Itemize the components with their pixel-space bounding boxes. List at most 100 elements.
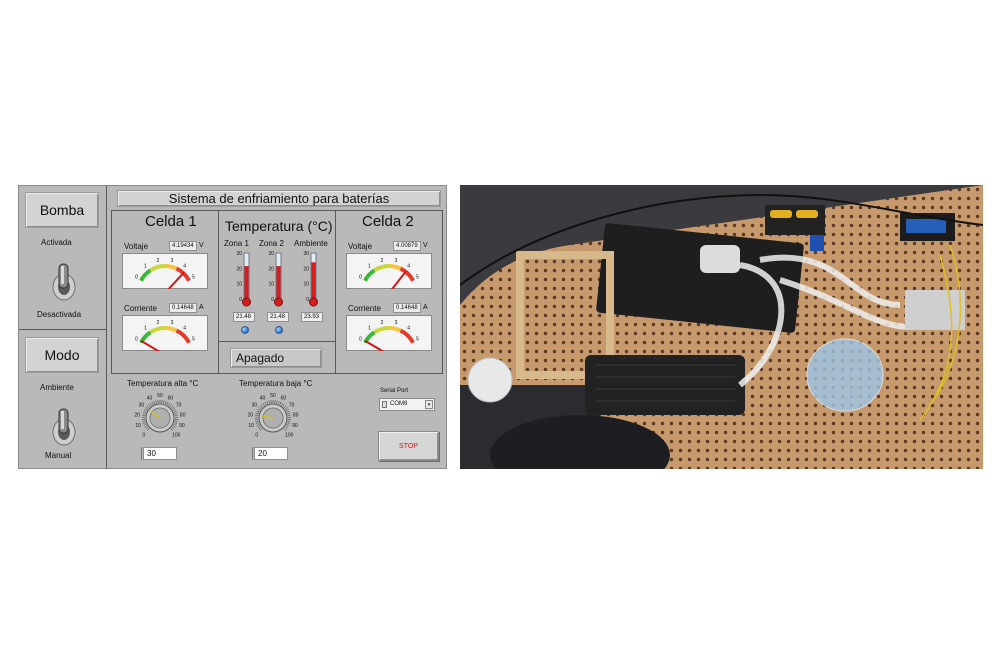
knob-tick-mark [146, 405, 150, 409]
knob-tick-label: 100 [172, 432, 181, 438]
knob-tick-mark [174, 412, 178, 415]
knob-tick-mark [163, 400, 165, 404]
serial-port-select[interactable]: COM8 ▾ [379, 398, 435, 411]
low-temp-input[interactable]: 20 [254, 447, 288, 460]
meter-tick-label: 4 [407, 264, 410, 270]
knob-tick-mark [261, 404, 264, 407]
knob-tick-mark [169, 404, 172, 407]
pump-toggle-switch[interactable] [49, 260, 79, 302]
cell1-voltage-unit: V [199, 242, 204, 249]
knob-tick-label: 70 [289, 402, 295, 408]
knob-tick-mark [266, 401, 269, 405]
meter-tick-label: 0 [135, 274, 138, 280]
meter-tick-label: 5 [192, 274, 195, 280]
mode-toggle-switch[interactable] [49, 405, 79, 447]
meter-tick-label: 0 [359, 336, 362, 342]
zone1-label: Zona 1 [224, 239, 249, 248]
knob-tick-label: 80 [180, 412, 186, 418]
thermometer-bulb [242, 297, 251, 307]
high-temp-stepper[interactable] [138, 447, 142, 460]
knob-tick-mark [153, 401, 156, 405]
status-indicator: Apagado [230, 348, 322, 368]
thermometer-bulb [309, 297, 318, 307]
high-temp-knob[interactable]: 010 20 3040 50 6070 80 90 100 [132, 390, 188, 444]
control-panel: Bomba Activada Desactivada Modo Ambiente… [18, 185, 447, 469]
serial-port-value: COM8 [390, 401, 408, 407]
knob-tick-mark [142, 412, 146, 415]
knob-tick-mark [256, 424, 260, 426]
low-temp-knob[interactable]: 010 20 3040 50 6070 80 90 100 [245, 390, 301, 444]
thermometer-fill [276, 266, 281, 299]
cell1-current-value: 0.14648 [169, 303, 197, 313]
knob-tick-mark [147, 428, 150, 431]
knob-tick-mark [260, 428, 263, 431]
cell2-title: Celda 2 [362, 213, 414, 230]
meter-tick-label: 5 [416, 336, 419, 342]
ambient-label: Ambiente [294, 239, 328, 248]
thermometer-bulb [274, 297, 283, 307]
pump-off-label: Desactivada [37, 310, 82, 319]
knob-tick-mark [143, 410, 147, 413]
knob-tick-label: 40 [260, 396, 266, 402]
cell1-voltage-meter: 01 2 3 45 [122, 253, 208, 289]
meter-tick-label: 5 [192, 336, 195, 342]
knob-tick-mark [172, 408, 176, 411]
cell2-current-label: Corriente [348, 304, 381, 313]
knob-tick-mark [257, 408, 261, 411]
meter-tick-label: 2 [157, 258, 160, 264]
meter-tick-label: 5 [416, 274, 419, 280]
meter-tick-label: 3 [171, 320, 174, 326]
meter-tick-label: 0 [359, 274, 362, 280]
knob-tick-mark [148, 404, 151, 407]
cell2-voltage-unit: V [423, 242, 428, 249]
cell1-current-unit: A [199, 304, 204, 311]
knob-tick-label: 40 [147, 396, 153, 402]
serial-port-icon [382, 401, 387, 408]
knob-tick-mark [172, 425, 176, 428]
knob-tick-mark [143, 424, 147, 426]
cell2-current-meter: 01 2 3 45 [346, 315, 432, 351]
mode-off-label: Manual [45, 451, 72, 460]
ambient-value: 23.93 [301, 312, 323, 322]
cell2-current-value: 0.14648 [393, 303, 421, 313]
knob-tick-label: 60 [281, 396, 287, 402]
knob-tick-mark [282, 404, 285, 407]
knob-tick-mark [283, 428, 286, 431]
knob-tick-mark [144, 408, 148, 411]
knob-tick-mark [151, 401, 154, 405]
knob-tick-label: 70 [176, 402, 182, 408]
knob-tick-label: 0 [255, 432, 258, 438]
knob-tick-mark [144, 425, 148, 428]
zone1-thermometer: 30 20 10 0 [236, 251, 251, 307]
knob-tick-mark [277, 401, 280, 405]
cell1-voltage-label: Voltaje [124, 242, 149, 251]
thermometer-tick-label: 10 [303, 282, 309, 288]
dropdown-arrow-icon[interactable]: ▾ [425, 400, 433, 409]
thermometer-tick-label: 10 [268, 282, 274, 288]
knob-tick-label: 10 [135, 423, 141, 429]
cell1-voltage-value: 4.19434 [169, 241, 197, 251]
knob-tick-mark [170, 428, 173, 431]
thermometer-tick-label: 20 [236, 266, 242, 272]
stop-button[interactable]: STOP [378, 431, 439, 461]
low-temp-stepper[interactable] [249, 447, 253, 460]
knob-tick-mark [258, 407, 262, 410]
cell1-current-label: Corriente [124, 304, 157, 313]
knob-tick-mark [171, 427, 175, 430]
meter-face [122, 253, 208, 289]
knob-tick-mark [174, 422, 178, 424]
knob-tick-mark [255, 420, 259, 422]
knob-tick-mark [286, 410, 290, 413]
meter-face [346, 315, 432, 351]
knob-tick-mark [287, 412, 291, 415]
knob-tick-mark [142, 422, 146, 424]
knob-tick-mark [171, 407, 175, 410]
meter-tick-label: 1 [368, 326, 371, 332]
meter-tick-label: 4 [407, 326, 410, 332]
knob-tick-mark [255, 422, 259, 424]
meter-tick-label: 4 [183, 326, 186, 332]
thermometer-tick-label: 30 [303, 251, 309, 257]
high-temp-input[interactable]: 30 [143, 447, 177, 460]
thermometer-tick-label: 30 [268, 251, 274, 257]
knob-tick-mark [284, 427, 288, 430]
